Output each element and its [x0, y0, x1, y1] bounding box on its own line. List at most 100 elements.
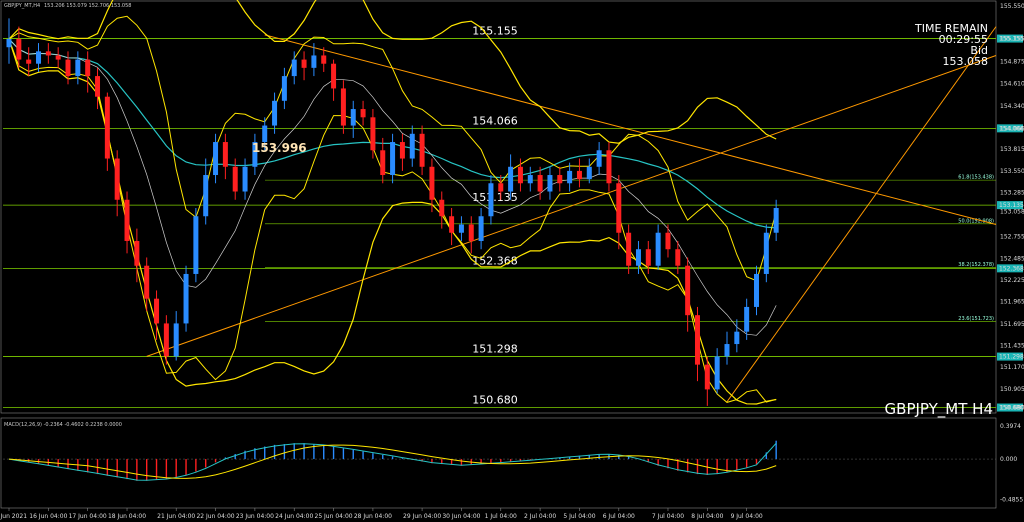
- y-tick-label: 153.058: [1000, 208, 1024, 215]
- candle-body: [694, 315, 700, 365]
- candle-body: [163, 323, 169, 357]
- candle-body: [6, 38, 12, 48]
- candle-body: [517, 166, 523, 184]
- x-tick-label: 21 Jun 04:00: [157, 513, 195, 520]
- candle-body: [704, 364, 710, 390]
- candle-body: [488, 183, 494, 217]
- candle-body: [262, 125, 268, 143]
- candle-body: [232, 166, 238, 192]
- candle-body: [439, 199, 445, 217]
- candle-body: [104, 96, 110, 159]
- candle-body: [26, 59, 32, 64]
- candle-body: [419, 133, 425, 167]
- macd-header: MACD(12,26,9) -0.2364 -0.4602 0.2238 0.0…: [4, 422, 122, 428]
- x-tick-label: 18 Jun 04:00: [108, 513, 146, 520]
- candle-body: [547, 175, 553, 192]
- candle-body: [753, 273, 759, 307]
- y-tick-label: 151.695: [1000, 321, 1024, 328]
- candle-body: [468, 224, 474, 241]
- candle-body: [655, 232, 661, 266]
- candle-body: [576, 170, 582, 180]
- x-axis: 15 Jun 202116 Jun 04:0017 Jun 04:0018 Ju…: [0, 508, 763, 520]
- candle-body: [586, 166, 592, 180]
- symbol-caption: GBPJPY_MT H4: [885, 400, 993, 419]
- y-tick-label: 154.610: [1000, 81, 1024, 88]
- y-tick-label: 152.225: [1000, 277, 1024, 284]
- candle-body: [321, 55, 327, 64]
- macd-y-tick-label: -0.4855: [1000, 497, 1023, 504]
- candle-body: [95, 76, 101, 97]
- candle-body: [685, 265, 691, 316]
- candle-body: [311, 55, 317, 68]
- candle-body: [399, 142, 405, 159]
- x-tick-label: 25 Jun 04:00: [315, 513, 353, 520]
- candle-body: [350, 109, 356, 126]
- x-tick-label: 16 Jun 04:00: [29, 513, 67, 520]
- price-annotation: 153.996: [252, 141, 307, 155]
- candle-body: [527, 175, 533, 184]
- candle-body: [144, 265, 150, 299]
- candle-body: [370, 117, 376, 151]
- candle-body: [734, 331, 740, 345]
- x-tick-label: 1 Jul 04:00: [485, 513, 517, 520]
- candle-body: [272, 100, 278, 126]
- y-tick-label: 153.550: [1000, 168, 1024, 175]
- candle-body: [173, 323, 179, 357]
- candle-body: [360, 109, 366, 118]
- y-tick-label: 154.066: [1000, 125, 1024, 132]
- fib-label: 23.6(151.723): [958, 316, 994, 322]
- candle-body: [331, 63, 337, 89]
- y-tick-label: 152.755: [1000, 233, 1024, 240]
- x-tick-label: 6 Jul 04:00: [603, 513, 635, 520]
- candle-body: [301, 59, 307, 68]
- y-tick-label: 151.435: [1000, 342, 1024, 349]
- candle-body: [458, 224, 464, 233]
- macd-y-tick-label: 0.3974: [1000, 423, 1021, 430]
- candle-body: [183, 273, 189, 324]
- candle-body: [449, 216, 455, 233]
- x-tick-label: 23 Jun 04:00: [236, 513, 274, 520]
- candle-body: [557, 175, 563, 184]
- y-tick-label: 153.815: [1000, 146, 1024, 153]
- candle-body: [478, 216, 484, 241]
- candle-body: [85, 59, 91, 77]
- x-tick-label: 24 Jun 04:00: [275, 513, 313, 520]
- x-tick-label: 7 Jul 04:00: [652, 513, 684, 520]
- candle-body: [626, 232, 632, 266]
- y-tick-label: 150.905: [1000, 386, 1024, 393]
- candle-body: [390, 142, 396, 176]
- candle-body: [773, 208, 779, 233]
- level-label: 150.680: [472, 394, 518, 407]
- candle-body: [724, 344, 730, 357]
- candle-body: [616, 183, 622, 233]
- x-tick-label: 5 Jul 04:00: [563, 513, 595, 520]
- x-tick-label: 22 Jun 04:00: [196, 513, 234, 520]
- chart-canvas: 155.155155.155154.066154.066153.135153.1…: [0, 0, 1024, 520]
- candle-body: [213, 142, 219, 176]
- candle-body: [665, 232, 671, 250]
- candle-body: [134, 240, 140, 266]
- candle-body: [567, 170, 573, 184]
- fib-label: 61.8(153.438): [958, 175, 994, 181]
- candle-body: [744, 306, 750, 332]
- candle-body: [635, 249, 641, 266]
- main-header-values: 153.206 153.079 152.706 153.058: [44, 3, 131, 9]
- y-tick-label: 154.875: [1000, 59, 1024, 66]
- candle-body: [537, 175, 543, 192]
- x-tick-label: 9 Jul 04:00: [731, 513, 763, 520]
- candle-body: [124, 199, 130, 241]
- candle-body: [409, 133, 415, 159]
- x-tick-label: 28 Jun 04:00: [354, 513, 392, 520]
- bid-value: 153.058: [943, 55, 989, 68]
- y-tick-label: 152.485: [1000, 256, 1024, 263]
- fib-label: 38.2(152.378): [958, 262, 994, 268]
- level-label: 151.298: [472, 343, 518, 356]
- candle-body: [281, 76, 287, 101]
- y-tick-label: 155.550: [1000, 3, 1024, 10]
- candle-body: [291, 59, 297, 77]
- level-label: 154.066: [472, 114, 518, 127]
- x-tick-label: 15 Jun 2021: [0, 513, 27, 520]
- y-tick-label: 154.340: [1000, 103, 1024, 110]
- candle-body: [675, 249, 681, 266]
- candle-body: [606, 150, 612, 184]
